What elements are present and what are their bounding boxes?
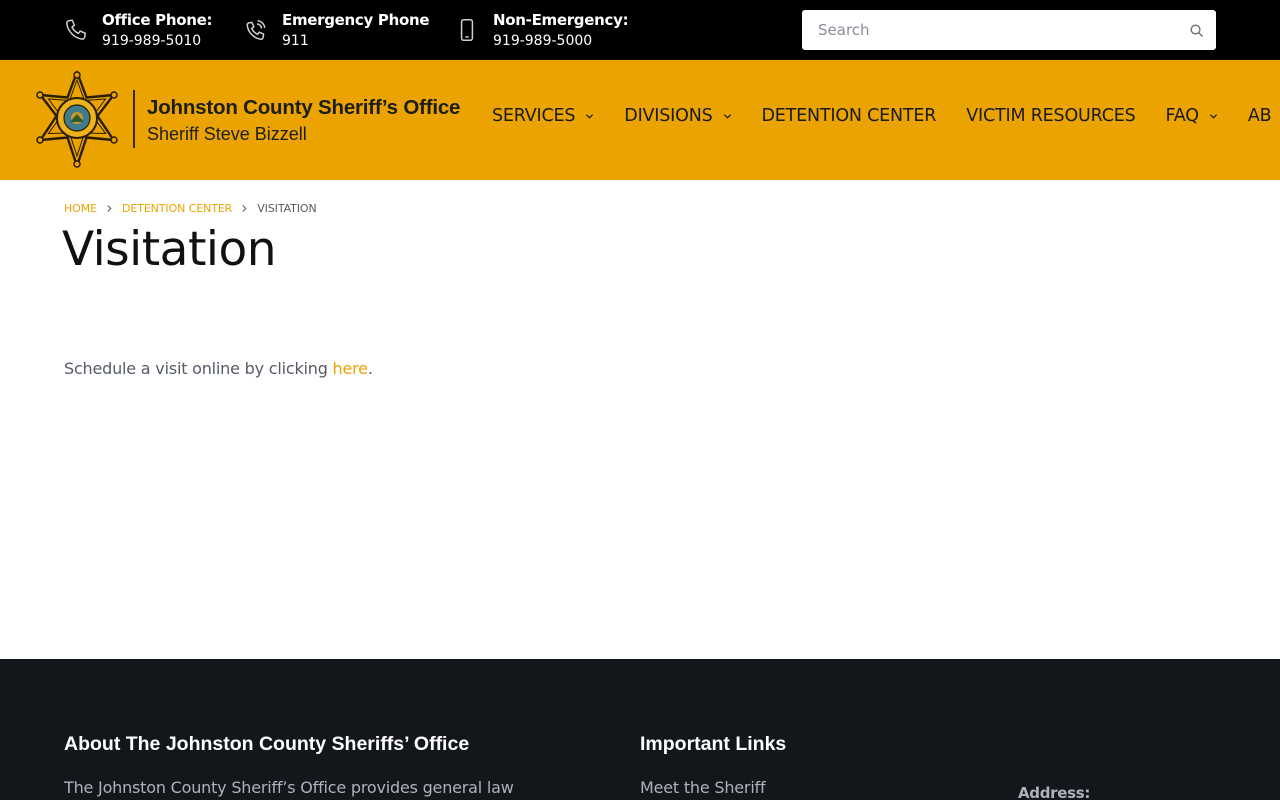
- logo-divider: [133, 90, 135, 148]
- phone-ringing-icon: [242, 16, 270, 44]
- nav-services[interactable]: SERVICES: [492, 106, 594, 126]
- nav-label: DIVISIONS: [624, 106, 713, 126]
- nav-detention-center[interactable]: DETENTION CENTER: [762, 106, 937, 126]
- logo-subtitle: Sheriff Steve Bizzell: [147, 124, 307, 144]
- search-box: [802, 10, 1216, 50]
- visit-text-end: .: [367, 359, 373, 378]
- nav-label: AB: [1247, 106, 1272, 126]
- contact-emergency-phone[interactable]: Emergency Phone 911: [242, 8, 430, 52]
- visit-instructions: Schedule a visit online by clicking here…: [64, 359, 373, 378]
- breadcrumb-current: VISITATION: [257, 202, 317, 215]
- breadcrumb-home[interactable]: HOME: [64, 202, 97, 215]
- nav-label: SERVICES: [492, 106, 576, 126]
- contact-non-emergency-phone[interactable]: Non-Emergency: 919-989-5000: [453, 8, 629, 52]
- nav-label: DETENTION CENTER: [761, 106, 937, 126]
- breadcrumb-detention-center[interactable]: DETENTION CENTER: [122, 202, 232, 215]
- site-footer: About The Johnston County Sheriffs’ Offi…: [0, 659, 1280, 802]
- footer-links-heading: Important Links: [640, 733, 787, 755]
- phone-icon: [62, 16, 90, 44]
- contact-label: Emergency Phone: [282, 10, 430, 29]
- search-input[interactable]: [802, 11, 1176, 49]
- sheriff-badge-logo[interactable]: [32, 70, 122, 170]
- footer-link-meet-the-sheriff[interactable]: Meet the Sheriff: [640, 778, 766, 797]
- nav-about[interactable]: AB: [1248, 106, 1272, 126]
- contact-label: Office Phone:: [102, 10, 213, 29]
- site-header: Johnston County Sheriff’s Office Sheriff…: [0, 60, 1280, 180]
- contact-office-phone[interactable]: Office Phone: 919-989-5010: [62, 8, 212, 52]
- chevron-down-icon: [723, 112, 732, 121]
- contact-value: 919-989-5000: [493, 32, 593, 49]
- chevron-right-icon: [241, 204, 248, 213]
- contact-value: 911: [282, 32, 309, 49]
- main-nav: SERVICES DIVISIONS DETENTION CENTER VICT…: [492, 106, 1280, 126]
- footer-about-heading: About The Johnston County Sheriffs’ Offi…: [64, 733, 470, 755]
- nav-faq[interactable]: FAQ: [1166, 106, 1218, 126]
- top-contact-bar: Office Phone: 919-989-5010 Emergency Pho…: [0, 0, 1280, 60]
- contact-value: 919-989-5010: [102, 32, 202, 49]
- schedule-visit-link[interactable]: here: [333, 359, 368, 378]
- visit-text: Schedule a visit online by clicking: [64, 359, 333, 378]
- page-title: Visitation: [62, 222, 276, 277]
- chevron-down-icon: [585, 112, 594, 121]
- nav-label: FAQ: [1165, 106, 1200, 126]
- footer-address-label: Address:: [1018, 784, 1091, 802]
- mobile-phone-icon: [453, 16, 481, 44]
- footer-about-text: The Johnston County Sheriff’s Office pro…: [64, 778, 514, 797]
- nav-divisions[interactable]: DIVISIONS: [624, 106, 731, 126]
- nav-label: VICTIM RESOURCES: [966, 106, 1136, 126]
- contact-label: Non-Emergency:: [493, 10, 629, 29]
- breadcrumb: HOME DETENTION CENTER VISITATION: [64, 202, 317, 215]
- chevron-right-icon: [106, 204, 113, 213]
- chevron-down-icon: [1209, 112, 1218, 121]
- logo-title[interactable]: Johnston County Sheriff’s Office: [147, 96, 460, 120]
- nav-victim-resources[interactable]: VICTIM RESOURCES: [966, 106, 1135, 126]
- search-icon[interactable]: [1176, 10, 1216, 50]
